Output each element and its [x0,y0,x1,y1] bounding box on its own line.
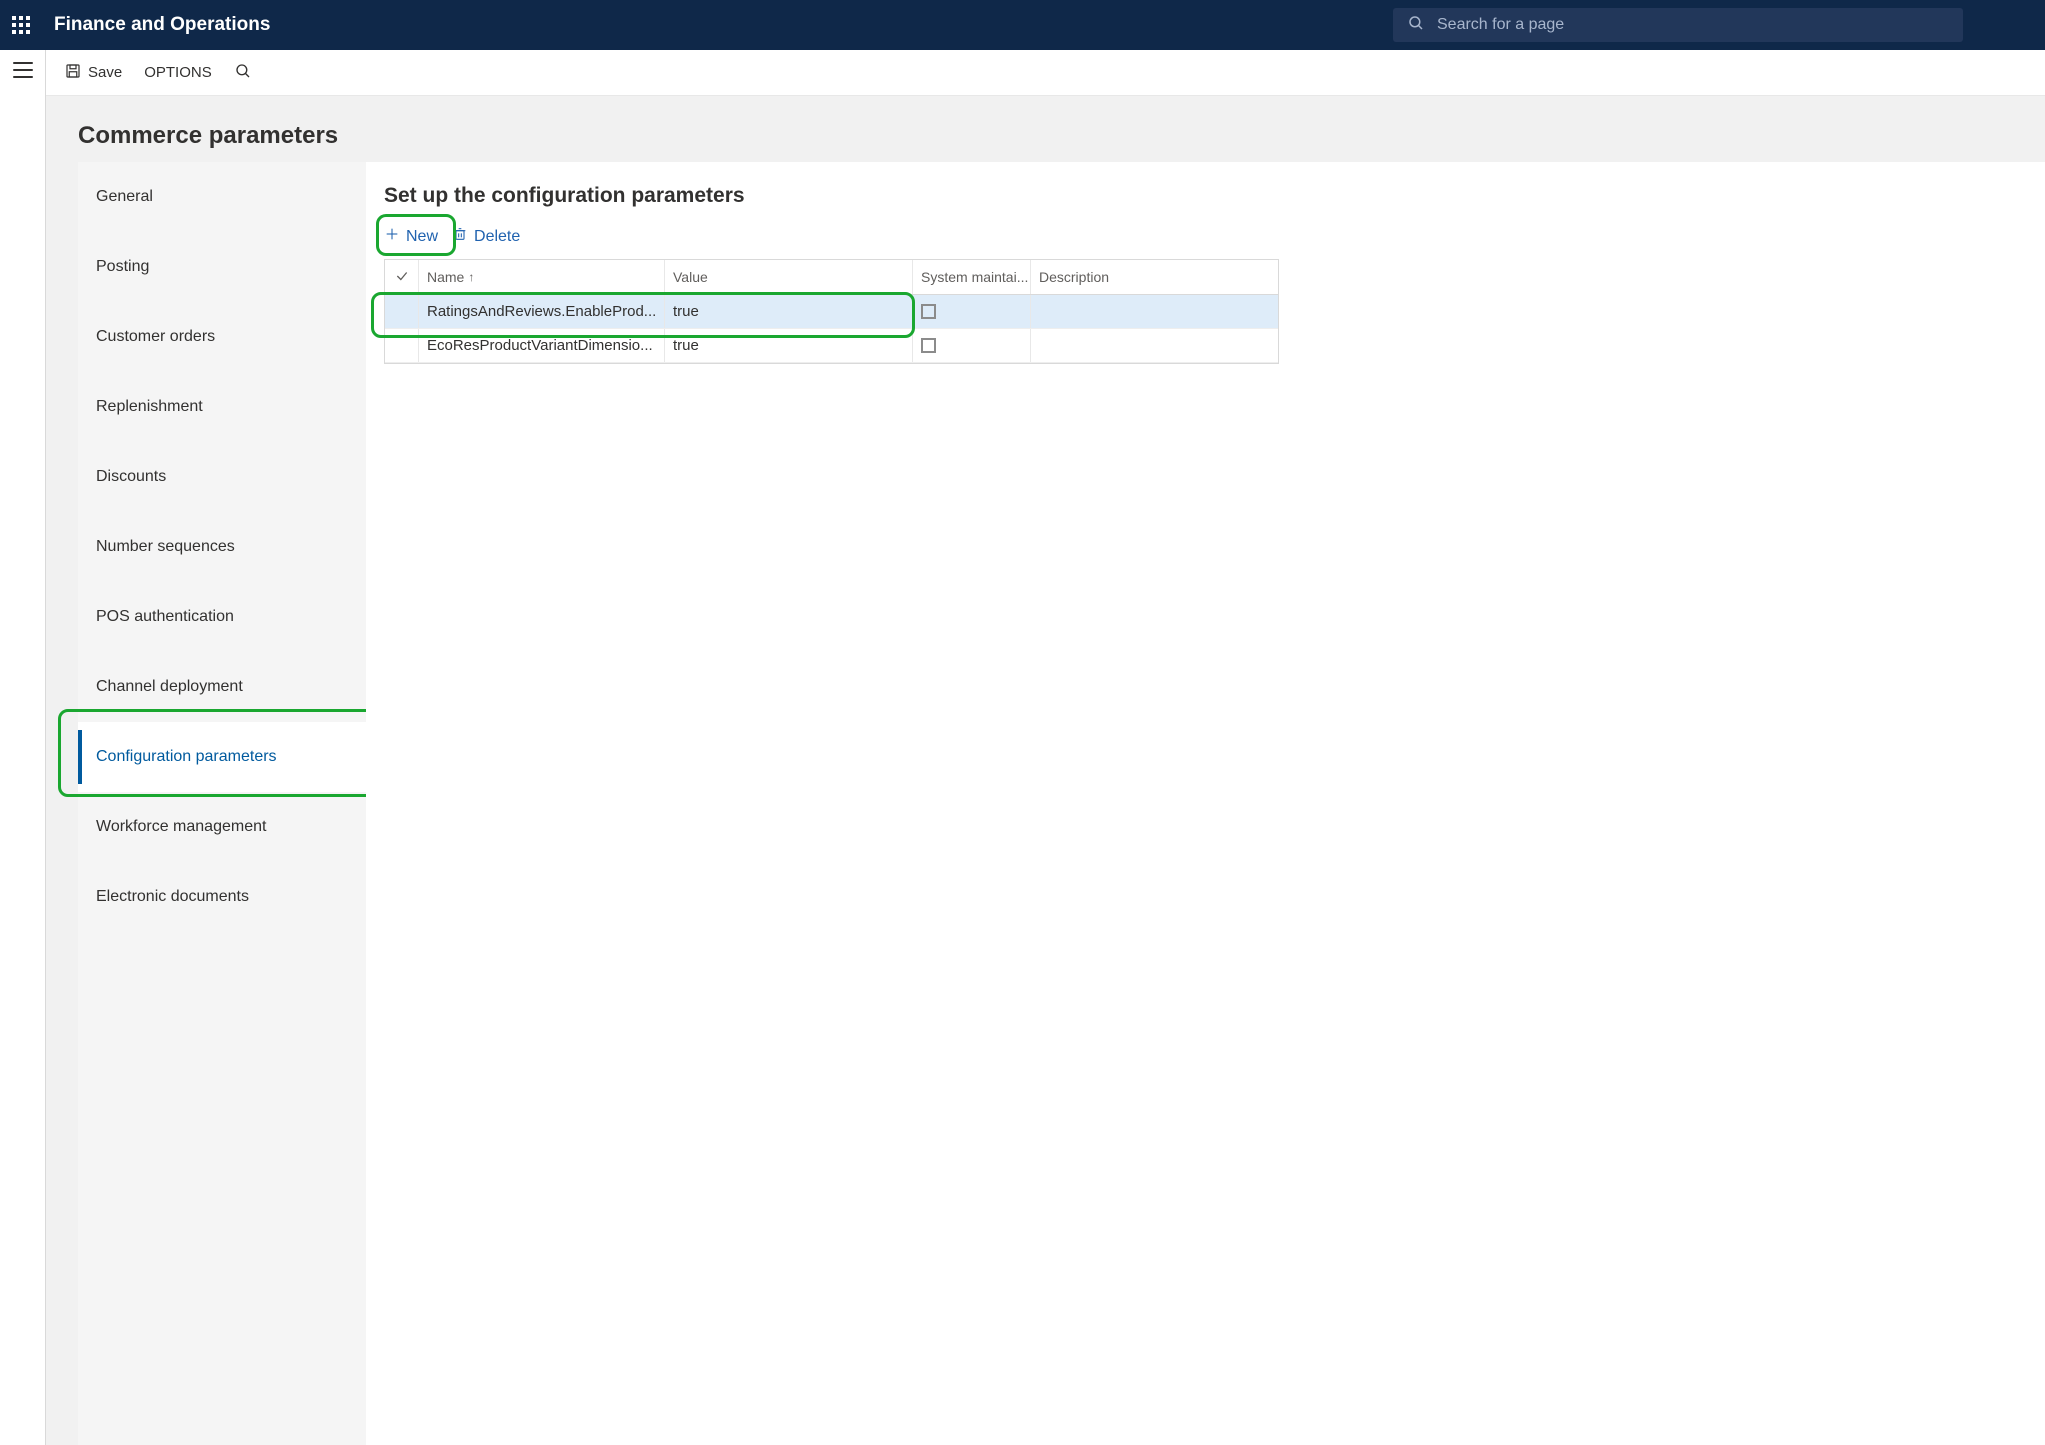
col-label: System maintai... [921,269,1028,285]
cell-system[interactable] [913,329,1031,362]
col-label: Name [427,269,464,285]
cell-value[interactable]: true [665,295,913,328]
app-body: Save OPTIONS Commerce parameters General… [0,50,2045,1445]
new-label: New [406,228,438,246]
work-area: Save OPTIONS Commerce parameters General… [46,50,2045,1445]
sidebar-item-number-sequences[interactable]: Number sequences [78,512,366,582]
panel-title: Set up the configuration parameters [384,184,2015,208]
cell-text: RatingsAndReviews.EnableProd... [427,303,656,320]
cell-description[interactable] [1031,329,1278,362]
cell-text: true [673,337,699,354]
sidebar-item-label: Configuration parameters [96,748,277,766]
vertical-tabs: General Posting Customer orders Replenis… [78,162,366,1445]
plus-icon [384,226,400,247]
global-search[interactable] [1393,8,1963,42]
sidebar-item-electronic-documents[interactable]: Electronic documents [78,862,366,932]
sidebar-item-customer-orders[interactable]: Customer orders [78,302,366,372]
waffle-icon[interactable] [12,16,30,34]
delete-button[interactable]: Delete [452,226,520,247]
options-menu[interactable]: OPTIONS [144,64,212,81]
trash-icon [452,226,468,247]
cell-name[interactable]: RatingsAndReviews.EnableProd... [419,295,665,328]
cell-text: EcoResProductVariantDimensio... [427,337,653,354]
sidebar-item-label: Replenishment [96,398,203,416]
cell-value[interactable]: true [665,329,913,362]
col-header-system[interactable]: System maintai... [913,260,1031,294]
col-header-name[interactable]: Name ↑ [419,260,665,294]
col-select-all[interactable] [385,260,419,294]
sidebar-item-pos-authentication[interactable]: POS authentication [78,582,366,652]
config-grid: Name ↑ Value System maintai... Descripti… [384,259,1279,364]
new-button[interactable]: New [384,226,438,247]
check-icon [395,269,409,286]
cell-name[interactable]: EcoResProductVariantDimensio... [419,329,665,362]
save-icon [64,62,82,84]
checkbox-icon [921,304,936,319]
checkbox-icon [921,338,936,353]
options-label: OPTIONS [144,64,212,81]
col-label: Description [1039,269,1109,285]
left-rail [0,50,46,1445]
grid-actions: New Delete [384,226,2015,247]
sidebar-item-label: Discounts [96,468,166,486]
search-container [1393,8,1963,42]
sidebar-item-posting[interactable]: Posting [78,232,366,302]
delete-label: Delete [474,228,520,246]
col-header-value[interactable]: Value [665,260,913,294]
cell-description[interactable] [1031,295,1278,328]
row-select[interactable] [385,295,419,328]
app-title: Finance and Operations [54,14,270,36]
col-label: Value [673,269,708,285]
content-split: General Posting Customer orders Replenis… [46,162,2045,1445]
search-icon [234,62,252,84]
sidebar-item-discounts[interactable]: Discounts [78,442,366,512]
app-header: Finance and Operations [0,0,2045,50]
sort-asc-icon: ↑ [468,270,474,284]
page-title: Commerce parameters [78,122,2013,150]
config-panel: Set up the configuration parameters New … [366,162,2045,1445]
sidebar-item-configuration-parameters[interactable]: Configuration parameters [78,722,366,792]
col-header-description[interactable]: Description [1031,260,1278,294]
row-select[interactable] [385,329,419,362]
save-label: Save [88,64,122,81]
sidebar-item-replenishment[interactable]: Replenishment [78,372,366,442]
table-row[interactable]: RatingsAndReviews.EnableProd... true [385,295,1278,329]
sidebar-item-label: Posting [96,258,149,276]
page-header: Commerce parameters [46,96,2045,162]
sidebar-item-label: General [96,188,153,206]
search-icon [1407,14,1425,36]
sidebar-item-label: Workforce management [96,818,266,836]
sidebar-item-label: POS authentication [96,608,234,626]
table-row[interactable]: EcoResProductVariantDimensio... true [385,329,1278,363]
sidebar-item-label: Customer orders [96,328,215,346]
sidebar-item-label: Number sequences [96,538,235,556]
cell-text: true [673,303,699,320]
sidebar-item-label: Electronic documents [96,888,249,906]
sidebar-item-channel-deployment[interactable]: Channel deployment [78,652,366,722]
search-input[interactable] [1437,16,1949,34]
hamburger-icon[interactable] [13,62,33,78]
action-bar: Save OPTIONS [46,50,2045,96]
sidebar-item-workforce-management[interactable]: Workforce management [78,792,366,862]
find-button[interactable] [234,62,252,84]
sidebar-item-general[interactable]: General [78,162,366,232]
save-button[interactable]: Save [64,62,122,84]
sidebar-item-label: Channel deployment [96,678,243,696]
cell-system[interactable] [913,295,1031,328]
grid-header: Name ↑ Value System maintai... Descripti… [385,260,1278,295]
